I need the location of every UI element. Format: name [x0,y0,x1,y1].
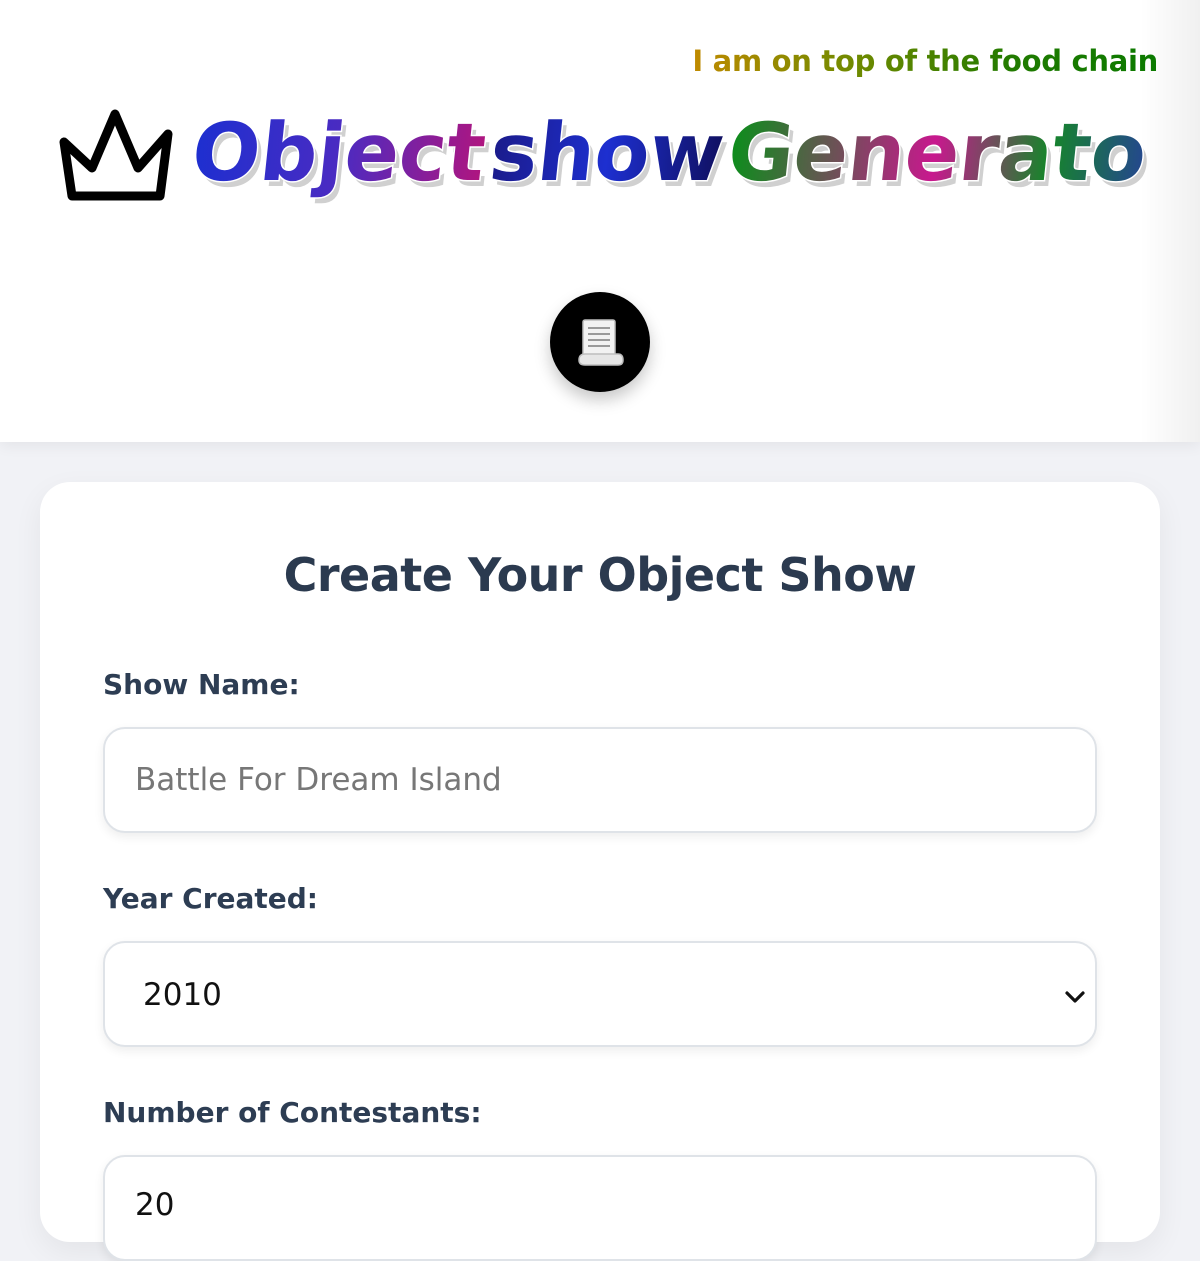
title-word-1: Object [188,106,490,199]
contestants-field[interactable]: 20 [103,1155,1097,1261]
year-created-select[interactable]: 2010 [103,941,1097,1047]
show-name-input[interactable] [105,729,1095,831]
year-created-label: Year Created: [103,882,319,915]
title-word-3: Generator [724,106,1148,199]
menu-button[interactable] [550,292,650,392]
title-word-2: show [486,106,729,199]
show-name-field[interactable] [103,727,1097,833]
contestants-value: 20 [135,1187,175,1223]
chevron-down-icon [1065,991,1085,1003]
show-name-label: Show Name: [103,668,300,701]
scroll-icon [578,319,624,366]
crown-icon [59,109,173,201]
form-heading: Create Your Object Show [283,548,917,602]
tagline: I am on top of the food chain [692,44,1158,78]
contestants-label: Number of Contestants: [103,1096,482,1129]
site-header: I am on top of the food chain Object Obj… [0,0,1200,442]
site-logo-title: Object Object show show Generator Genera… [188,105,1148,205]
year-created-value: 2010 [143,977,222,1013]
